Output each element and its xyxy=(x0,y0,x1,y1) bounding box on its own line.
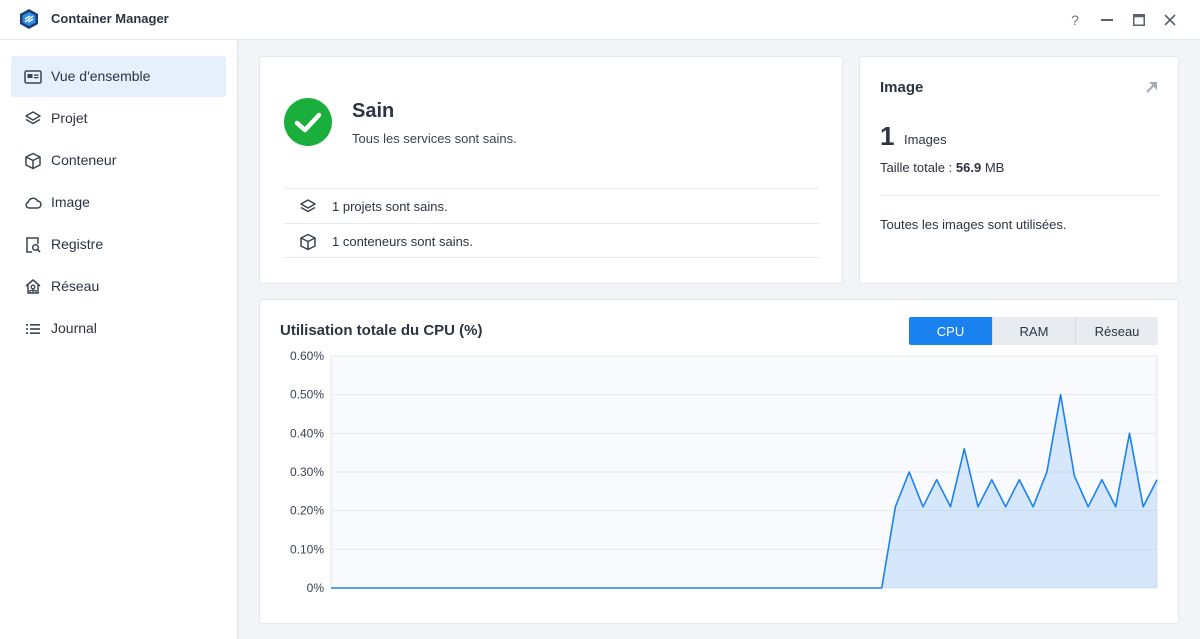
container-manager-logo-icon xyxy=(20,9,38,29)
cloud-icon xyxy=(25,197,42,209)
title-bar: Container Manager ? xyxy=(0,0,1200,40)
sidebar-item-label: Registre xyxy=(51,236,104,252)
check-circle-icon xyxy=(284,98,332,146)
sidebar-item-image[interactable]: Image xyxy=(11,182,226,223)
help-icon: ? xyxy=(1071,12,1079,28)
y-tick-label: 0.60% xyxy=(290,349,324,363)
sidebar-item-label: Projet xyxy=(51,110,88,126)
y-tick-label: 0.50% xyxy=(290,388,324,402)
image-size-label: Taille totale : xyxy=(880,160,953,175)
y-tick-label: 0% xyxy=(307,581,325,595)
divider xyxy=(880,195,1159,196)
image-total-size: Taille totale : 56.9 MB xyxy=(880,160,1004,175)
sidebar-item-overview[interactable]: Vue d'ensemble xyxy=(11,56,226,97)
list-icon xyxy=(26,324,40,334)
sidebar-item-registry[interactable]: Registre xyxy=(11,224,226,265)
sidebar-item-label: Conteneur xyxy=(51,152,117,168)
sidebar: Vue d'ensemble Projet Conteneur Image Re… xyxy=(0,40,238,639)
cpu-usage-chart: 0% 0.10% 0.20% 0.30% 0.40% 0.50% 0.60% xyxy=(290,349,1158,595)
overview-icon xyxy=(24,70,42,84)
health-status-subtitle: Tous les services sont sains. xyxy=(352,131,517,146)
sidebar-item-project[interactable]: Projet xyxy=(11,98,226,139)
sidebar-item-log[interactable]: Journal xyxy=(11,308,226,349)
image-count: 1 xyxy=(880,121,895,151)
image-size-unit: MB xyxy=(984,160,1005,175)
health-status-card: Sain Tous les services sont sains. 1 pro… xyxy=(259,56,843,284)
sidebar-item-label: Vue d'ensemble xyxy=(51,68,151,84)
minimize-button[interactable] xyxy=(1096,9,1118,31)
image-card-title: Image xyxy=(880,79,924,96)
maximize-button[interactable] xyxy=(1128,9,1150,31)
y-tick-label: 0.10% xyxy=(290,542,324,556)
registry-search-icon xyxy=(26,237,41,253)
layers-icon xyxy=(25,111,41,125)
sidebar-item-container[interactable]: Conteneur xyxy=(11,140,226,181)
close-icon xyxy=(1164,14,1176,26)
cpu-usage-card: Utilisation totale du CPU (%) CPU RAM Ré… xyxy=(259,299,1179,624)
y-tick-label: 0.40% xyxy=(290,426,324,440)
health-row-projects: 1 projets sont sains. xyxy=(284,188,819,223)
network-house-icon xyxy=(25,279,41,294)
health-row-text: 1 projets sont sains. xyxy=(332,199,448,214)
cube-icon xyxy=(25,152,41,170)
open-arrow-icon[interactable] xyxy=(1144,79,1160,95)
sidebar-item-label: Image xyxy=(51,194,90,210)
sidebar-item-label: Journal xyxy=(51,320,97,336)
sidebar-item-network[interactable]: Réseau xyxy=(11,266,226,307)
health-row-text: 1 conteneurs sont sains. xyxy=(332,234,473,249)
image-count-label: Images xyxy=(904,132,947,147)
maximize-icon xyxy=(1133,14,1145,26)
health-row-containers: 1 conteneurs sont sains. xyxy=(284,223,819,258)
help-button[interactable]: ? xyxy=(1064,9,1086,31)
y-tick-label: 0.20% xyxy=(290,504,324,518)
image-usage-note: Toutes les images sont utilisées. xyxy=(880,217,1067,232)
y-tick-label: 0.30% xyxy=(290,465,324,479)
minimize-icon xyxy=(1101,19,1113,21)
image-size-value: 56.9 xyxy=(955,160,982,175)
health-status-title: Sain xyxy=(352,100,395,122)
image-summary-card: Image 1 Images Taille totale : 56.9 MB T… xyxy=(859,56,1179,284)
window-title: Container Manager xyxy=(51,11,169,26)
close-button[interactable] xyxy=(1159,9,1181,31)
layers-icon xyxy=(300,199,316,213)
cube-icon xyxy=(300,233,316,251)
sidebar-item-label: Réseau xyxy=(51,278,100,294)
